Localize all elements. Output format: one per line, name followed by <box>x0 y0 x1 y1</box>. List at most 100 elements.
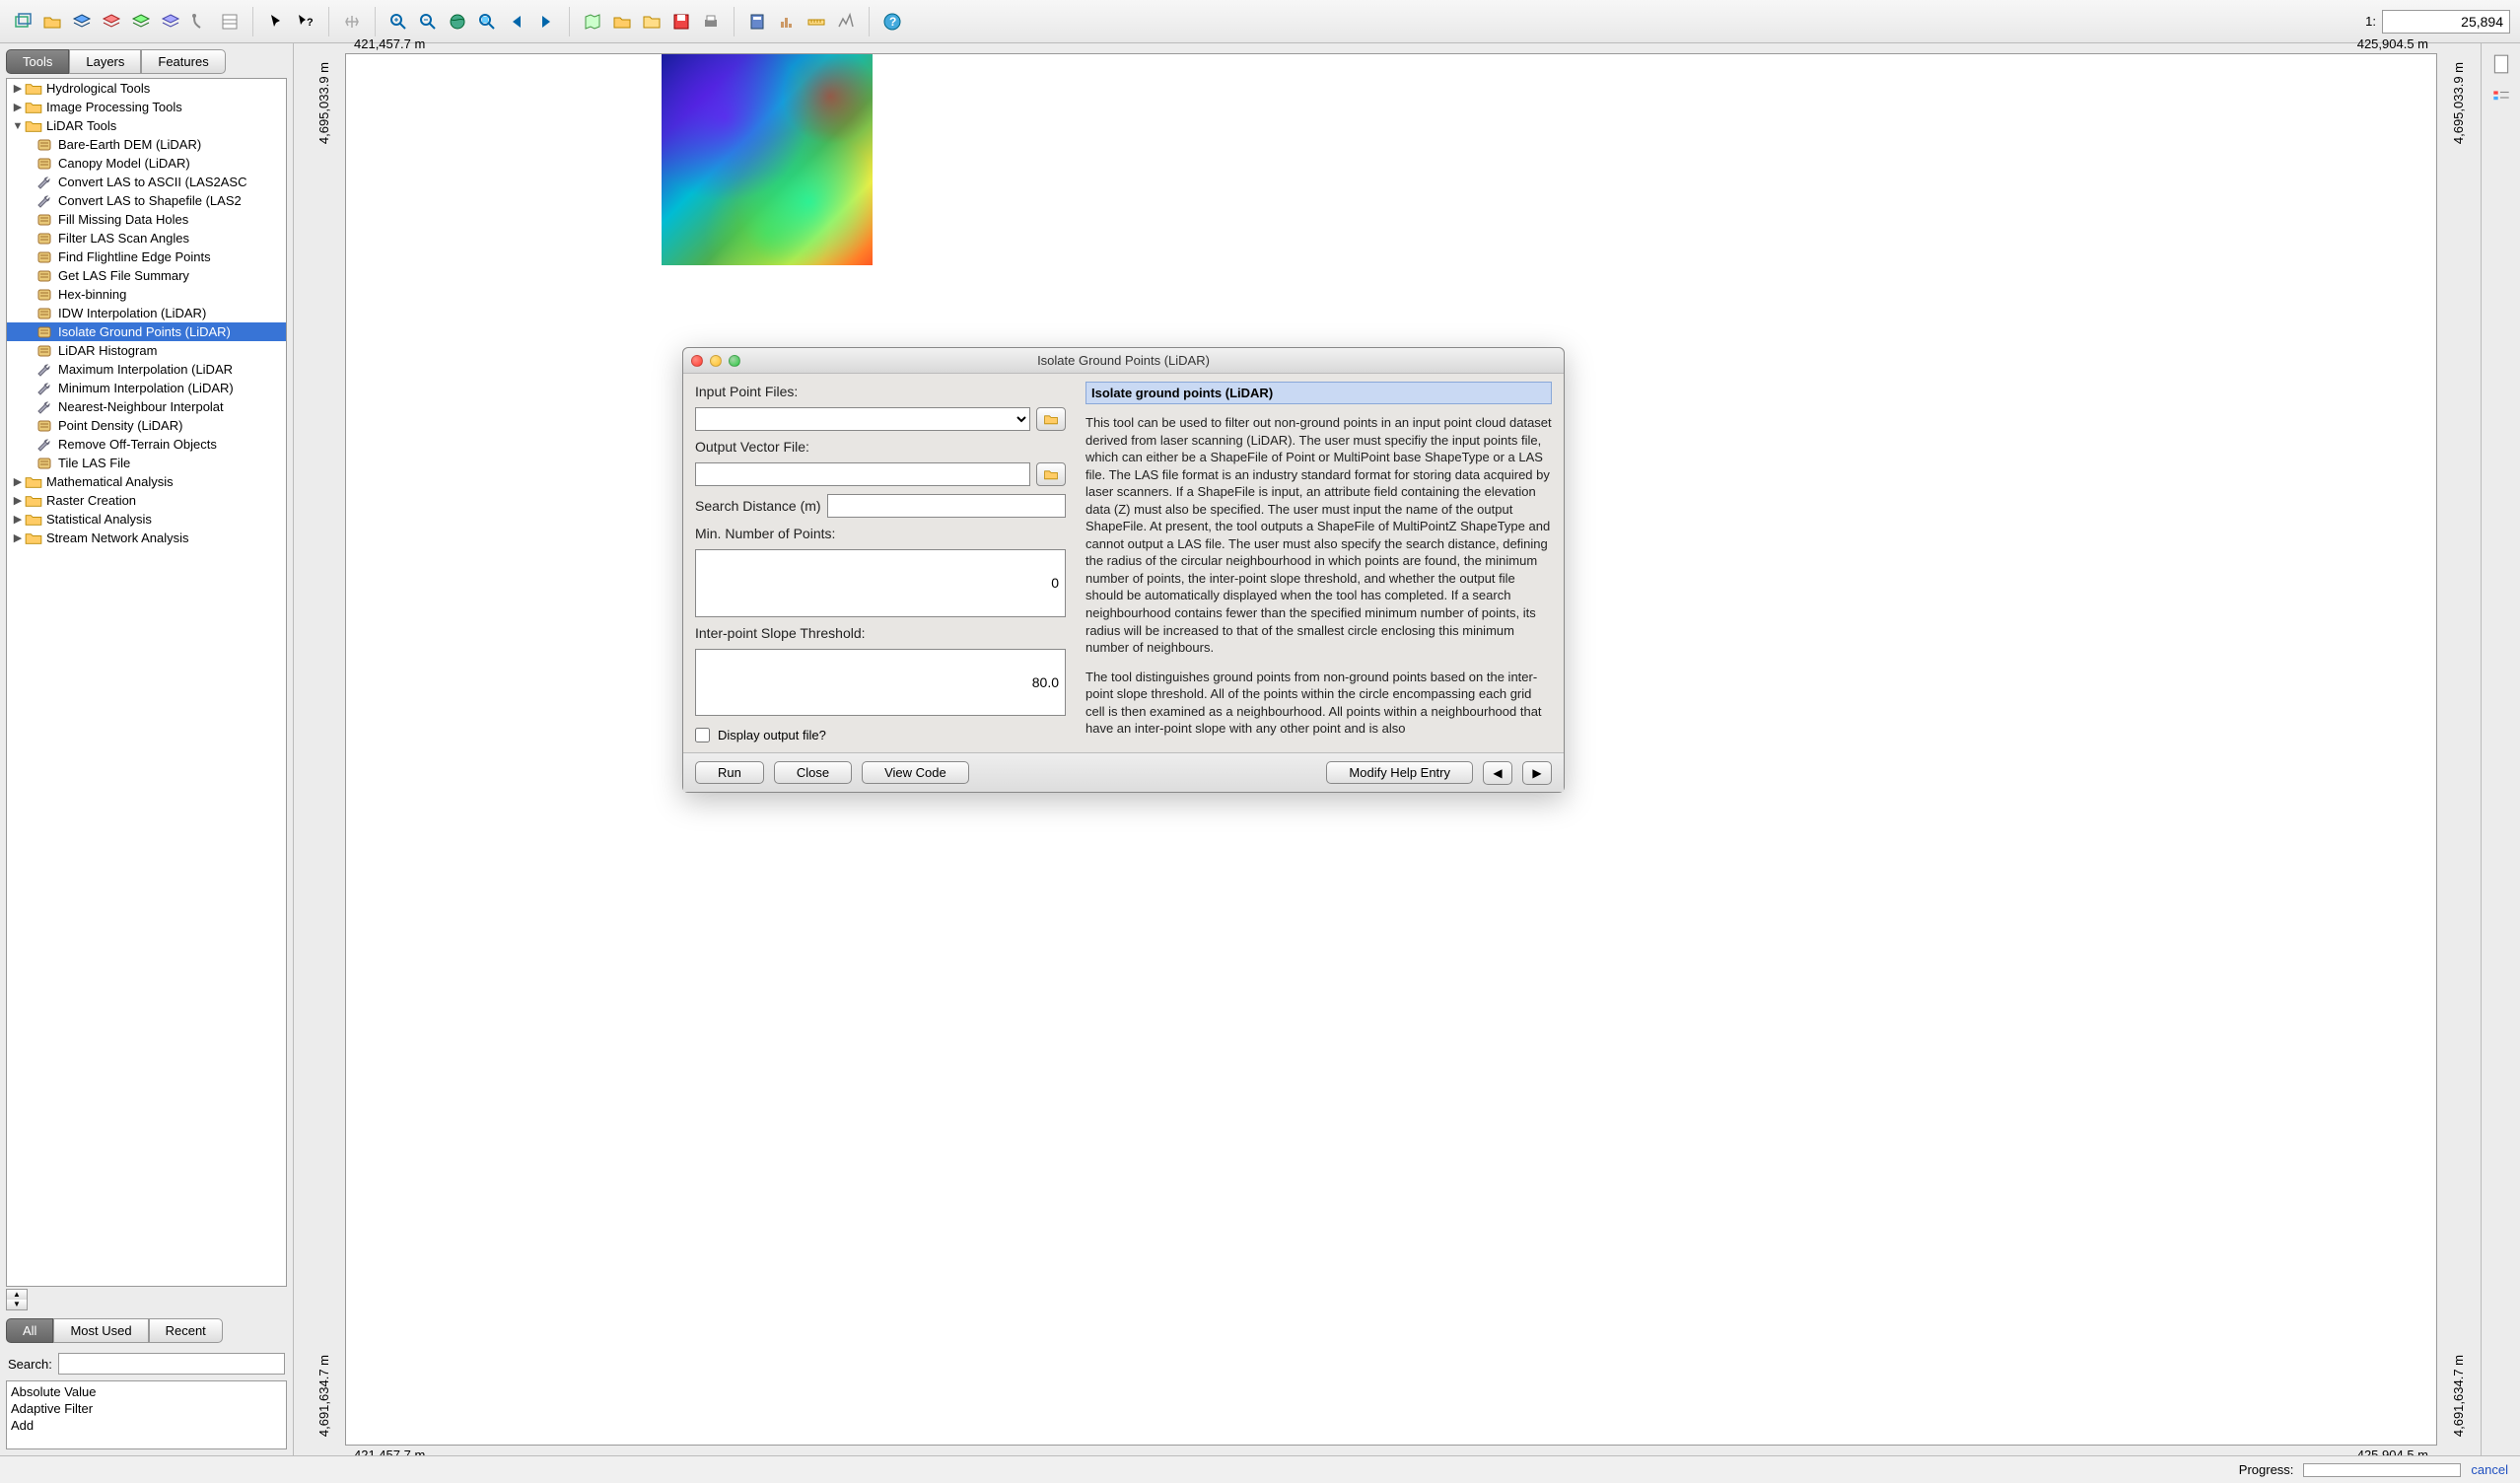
tree-category[interactable]: ▶Mathematical Analysis <box>7 472 286 491</box>
slope-threshold-input[interactable] <box>695 649 1066 717</box>
tab-features[interactable]: Features <box>141 49 225 74</box>
pan-icon[interactable] <box>339 9 365 35</box>
zoom-in-icon[interactable] <box>385 9 411 35</box>
search-distance-input[interactable] <box>827 494 1066 518</box>
pointer-icon[interactable] <box>263 9 289 35</box>
tool-dialog: Isolate Ground Points (LiDAR) Input Poin… <box>682 347 1565 793</box>
modify-help-button[interactable]: Modify Help Entry <box>1326 761 1473 784</box>
maximize-icon[interactable] <box>729 355 740 367</box>
progress-label: Progress: <box>2239 1462 2294 1477</box>
tree-tool-item[interactable]: IDW Interpolation (LiDAR) <box>7 304 286 322</box>
tree-tool-item[interactable]: Convert LAS to ASCII (LAS2ASC <box>7 173 286 191</box>
tree-tool-item[interactable]: Convert LAS to Shapefile (LAS2 <box>7 191 286 210</box>
legend-icon[interactable] <box>2490 87 2512 108</box>
tree-category[interactable]: ▶Image Processing Tools <box>7 98 286 116</box>
browse-output-button[interactable] <box>1036 462 1066 486</box>
zoom-full-icon[interactable] <box>445 9 470 35</box>
coord-y-max-right: 4,695,033.9 m <box>2451 62 2466 144</box>
output-file-input[interactable] <box>695 462 1030 486</box>
tree-tool-item[interactable]: Maximum Interpolation (LiDAR <box>7 360 286 379</box>
view-code-button[interactable]: View Code <box>862 761 969 784</box>
histogram-icon[interactable] <box>774 9 800 35</box>
tree-tool-item[interactable]: Canopy Model (LiDAR) <box>7 154 286 173</box>
tree-tool-item[interactable]: Remove Off-Terrain Objects <box>7 435 286 454</box>
list-item[interactable]: Absolute Value <box>9 1383 284 1400</box>
layers-add-icon[interactable] <box>69 9 95 35</box>
tree-category[interactable]: ▶Hydrological Tools <box>7 79 286 98</box>
dialog-titlebar[interactable]: Isolate Ground Points (LiDAR) <box>683 348 1564 374</box>
browse-input-button[interactable] <box>1036 407 1066 431</box>
tab-layers[interactable]: Layers <box>69 49 141 74</box>
tree-tool-item[interactable]: Isolate Ground Points (LiDAR) <box>7 322 286 341</box>
tree-category[interactable]: ▶Statistical Analysis <box>7 510 286 529</box>
cancel-link[interactable]: cancel <box>2471 1462 2508 1477</box>
filter-recent[interactable]: Recent <box>149 1318 223 1343</box>
page-icon[interactable] <box>2490 53 2512 75</box>
open-icon[interactable] <box>39 9 65 35</box>
tree-category[interactable]: ▼LiDAR Tools <box>7 116 286 135</box>
label-display-output: Display output file? <box>718 728 826 742</box>
statusbar: Progress: cancel <box>0 1455 2520 1483</box>
zoom-layer-icon[interactable] <box>474 9 500 35</box>
help-icon[interactable]: ? <box>879 9 905 35</box>
dialog-help: Isolate ground points (LiDAR) This tool … <box>1078 374 1564 752</box>
list-item[interactable]: Add <box>9 1417 284 1434</box>
filter-tabs: All Most Used Recent <box>6 1318 287 1343</box>
attribute-table-icon[interactable] <box>187 9 213 35</box>
tree-category[interactable]: ▶Stream Network Analysis <box>7 529 286 547</box>
tool-tree[interactable]: ▶Hydrological Tools▶Image Processing Too… <box>6 78 287 1287</box>
filter-most-used[interactable]: Most Used <box>53 1318 148 1343</box>
help-pointer-icon[interactable]: ? <box>293 9 318 35</box>
map-icon[interactable] <box>580 9 605 35</box>
tree-category[interactable]: ▶Raster Creation <box>7 491 286 510</box>
help-next-button[interactable]: ▶ <box>1522 761 1552 785</box>
coord-x-min-top: 421,457.7 m <box>354 36 425 51</box>
tree-tool-item[interactable]: Nearest-Neighbour Interpolat <box>7 397 286 416</box>
scale-input[interactable] <box>2382 10 2510 34</box>
tree-tool-item[interactable]: Point Density (LiDAR) <box>7 416 286 435</box>
display-output-check-row[interactable]: Display output file? <box>695 728 1066 742</box>
help-prev-button[interactable]: ◀ <box>1483 761 1512 785</box>
raster-preview <box>662 54 873 265</box>
list-item[interactable]: Adaptive Filter <box>9 1400 284 1417</box>
save-icon[interactable] <box>668 9 694 35</box>
calculator-icon[interactable] <box>744 9 770 35</box>
search-input[interactable] <box>58 1353 285 1375</box>
right-sidebar <box>2481 43 2520 1455</box>
nav-back-icon[interactable] <box>504 9 529 35</box>
tree-tool-item[interactable]: Minimum Interpolation (LiDAR) <box>7 379 286 397</box>
tree-tool-item[interactable]: Find Flightline Edge Points <box>7 247 286 266</box>
tree-tool-item[interactable]: Filter LAS Scan Angles <box>7 229 286 247</box>
run-button[interactable]: Run <box>695 761 764 784</box>
close-icon[interactable] <box>691 355 703 367</box>
input-files-select[interactable] <box>695 407 1030 431</box>
folder-icon[interactable] <box>639 9 665 35</box>
new-layer-icon[interactable] <box>10 9 35 35</box>
tree-tool-item[interactable]: Fill Missing Data Holes <box>7 210 286 229</box>
dialog-form: Input Point Files: Output Vector File: S… <box>683 374 1078 752</box>
folder-open-icon[interactable] <box>609 9 635 35</box>
filter-all[interactable]: All <box>6 1318 53 1343</box>
tree-tool-item[interactable]: Hex-binning <box>7 285 286 304</box>
scale-display: 1: <box>2365 10 2510 34</box>
zoom-out-icon[interactable] <box>415 9 441 35</box>
tree-tool-item[interactable]: Tile LAS File <box>7 454 286 472</box>
tree-tool-item[interactable]: Bare-Earth DEM (LiDAR) <box>7 135 286 154</box>
tree-tool-item[interactable]: Get LAS File Summary <box>7 266 286 285</box>
close-button[interactable]: Close <box>774 761 852 784</box>
tool-list[interactable]: Absolute ValueAdaptive FilterAdd <box>6 1380 287 1449</box>
min-points-input[interactable] <box>695 549 1066 617</box>
profile-icon[interactable] <box>833 9 859 35</box>
tab-tools[interactable]: Tools <box>6 49 69 74</box>
tree-tool-item[interactable]: LiDAR Histogram <box>7 341 286 360</box>
layers-top-icon[interactable] <box>128 9 154 35</box>
tree-scroll-stepper[interactable]: ▲▼ <box>6 1289 28 1310</box>
layers-remove-icon[interactable] <box>99 9 124 35</box>
print-icon[interactable] <box>698 9 724 35</box>
minimize-icon[interactable] <box>710 355 722 367</box>
display-output-checkbox[interactable] <box>695 728 710 742</box>
measure-icon[interactable] <box>804 9 829 35</box>
layers-bottom-icon[interactable] <box>158 9 183 35</box>
properties-icon[interactable] <box>217 9 243 35</box>
nav-forward-icon[interactable] <box>533 9 559 35</box>
